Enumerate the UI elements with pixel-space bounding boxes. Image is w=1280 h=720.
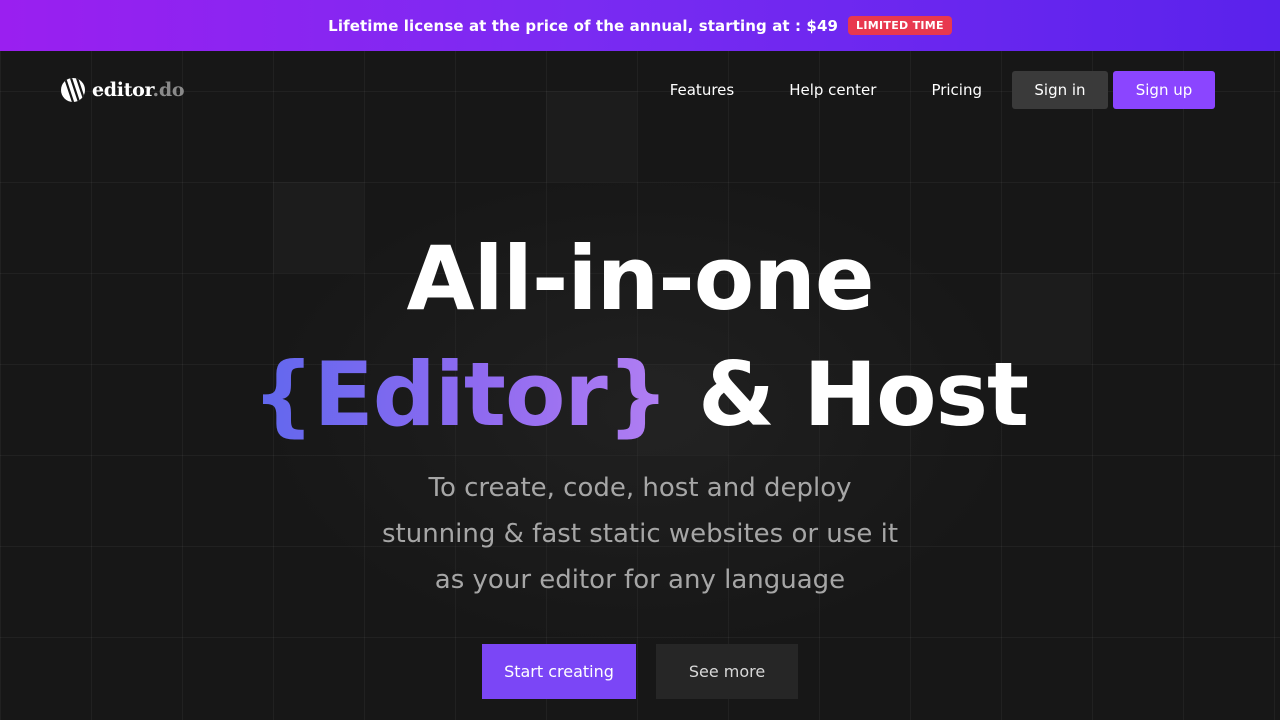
headline-line-2: {Editor} & Host (0, 337, 1280, 453)
logo-stripes-icon (61, 78, 85, 102)
promo-banner[interactable]: Lifetime license at the price of the ann… (0, 0, 1280, 51)
see-more-button[interactable]: See more (656, 644, 798, 699)
logo-wordmark: editor.do (92, 79, 185, 101)
hero-headline: All-in-one {Editor} & Host (0, 221, 1280, 453)
hero-section: editor.do Features Help center Pricing S… (0, 51, 1280, 720)
sign-in-button[interactable]: Sign in (1012, 71, 1108, 109)
subtitle-line: To create, code, host and deploy (428, 473, 852, 503)
hero-cta-group: Start creating See more (0, 644, 1280, 699)
promo-text: Lifetime license at the price of the ann… (328, 16, 839, 35)
start-creating-button[interactable]: Start creating (482, 644, 636, 699)
headline-line-2-rest: & Host (668, 343, 1029, 446)
hero-subtitle: To create, code, host and deploy stunnin… (340, 465, 940, 603)
logo-name: editor (92, 79, 153, 101)
subtitle-line: stunning & fast static websites or use i… (381, 519, 899, 549)
main-nav: Features Help center Pricing Sign in Sig… (670, 71, 1215, 109)
limited-time-badge: LIMITED TIME (848, 16, 952, 35)
logo-tld: .do (152, 79, 185, 101)
headline-line-1: All-in-one (406, 227, 874, 330)
headline-accent: {Editor} (251, 343, 669, 446)
site-logo[interactable]: editor.do (60, 77, 185, 103)
nav-pricing-link[interactable]: Pricing (931, 81, 982, 99)
nav-help-center-link[interactable]: Help center (789, 81, 876, 99)
grid-tile (546, 91, 637, 182)
subtitle-line: as your editor for any language (434, 565, 846, 595)
sign-up-button[interactable]: Sign up (1113, 71, 1215, 109)
nav-features-link[interactable]: Features (670, 81, 735, 99)
